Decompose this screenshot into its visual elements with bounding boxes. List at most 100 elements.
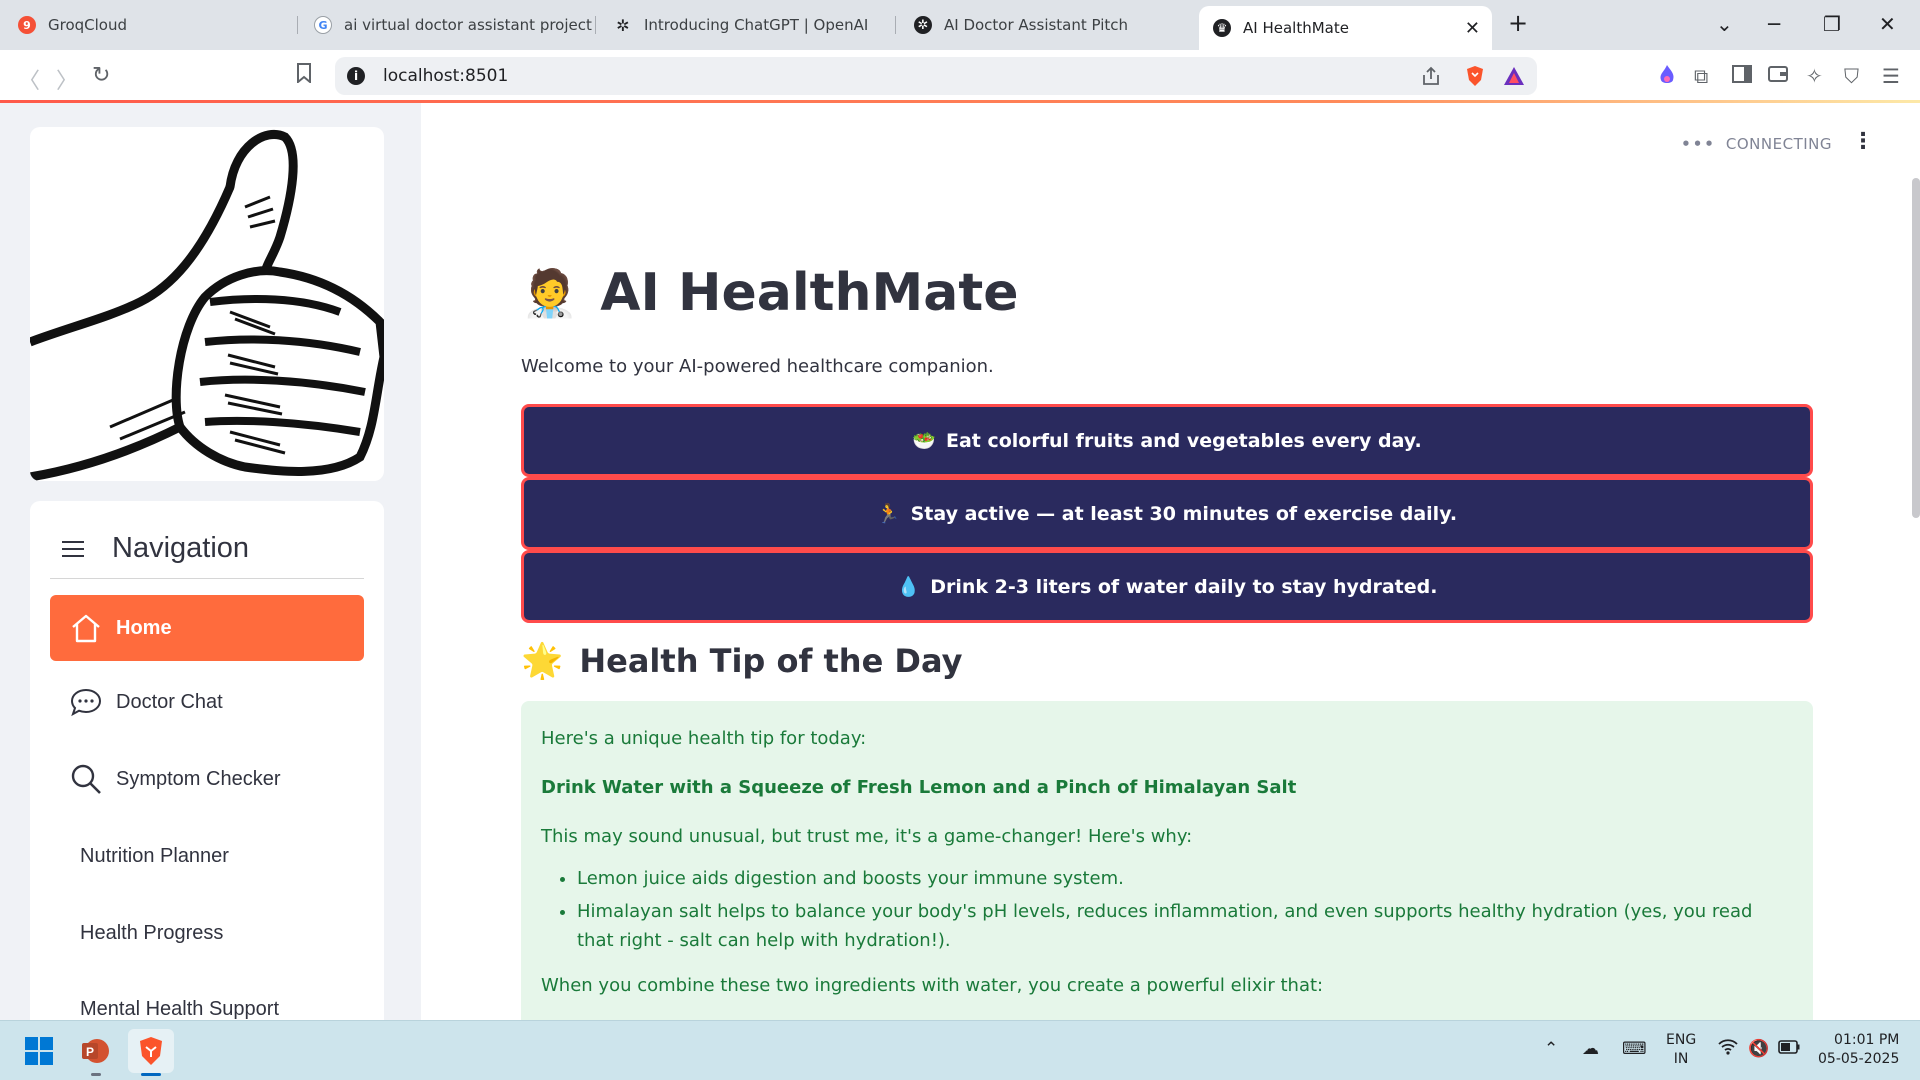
- sidebar-item-label: Mental Health Support: [80, 997, 280, 1020]
- language-code: ENG: [1666, 1032, 1697, 1048]
- connection-status: ••• CONNECTING: [1681, 135, 1832, 153]
- page-title-text: AI HealthMate: [600, 263, 1019, 323]
- sidebar-item-home[interactable]: Home: [50, 595, 364, 661]
- groq-icon: 9: [18, 16, 36, 34]
- back-icon[interactable]: 〈: [18, 63, 40, 95]
- sidebar-item-symptom-checker[interactable]: Symptom Checker: [50, 746, 364, 812]
- restore-button[interactable]: ❐: [1823, 12, 1841, 36]
- system-clock[interactable]: 01:01 PM 05-05-2025: [1818, 1031, 1899, 1069]
- site-info-icon[interactable]: i: [347, 67, 365, 85]
- minimize-button[interactable]: ─: [1768, 12, 1780, 36]
- menu-icon[interactable]: ☰: [1882, 64, 1900, 88]
- show-hidden-icons-chevron[interactable]: ⌃: [1544, 1039, 1558, 1059]
- navigation-header: Navigation: [50, 519, 364, 579]
- sidebar-item-label: Health Progress: [80, 921, 224, 944]
- tip-of-day-box: Here's a unique health tip for today: Dr…: [521, 701, 1813, 1020]
- tab-search-chevron-icon[interactable]: ⌄: [1716, 12, 1733, 36]
- tip-button-label: Eat colorful fruits and vegetables every…: [945, 429, 1422, 452]
- vertical-scrollbar[interactable]: [1912, 178, 1920, 518]
- new-tab-button[interactable]: +: [1508, 9, 1528, 37]
- brave-shields-icon[interactable]: [1465, 65, 1485, 91]
- speaker-muted-icon[interactable]: 🔇: [1748, 1039, 1769, 1059]
- tip-bullet-list: Lemon juice aids digestion and boosts yo…: [577, 865, 1793, 955]
- streamlit-app: Navigation Home Doctor Chat Symptom Chec…: [0, 103, 1920, 1061]
- share-icon[interactable]: [1421, 66, 1441, 90]
- tab-ai-doctor-pitch[interactable]: ✲ AI Doctor Assistant Pitch: [914, 6, 1196, 44]
- keyboard-icon[interactable]: ⌨: [1622, 1039, 1647, 1059]
- star-emoji-icon: 🌟: [521, 641, 564, 681]
- battery-icon[interactable]: [1778, 1039, 1800, 1059]
- tip-lead: This may sound unusual, but trust me, it…: [541, 825, 1193, 847]
- chat-bubble-icon: [68, 684, 104, 720]
- tip-button-exercise[interactable]: 🏃 Stay active — at least 30 minutes of e…: [521, 477, 1813, 550]
- water-drop-icon: 💧: [896, 576, 921, 598]
- search-icon: [68, 761, 104, 797]
- wallet-icon[interactable]: [1768, 64, 1788, 88]
- region-code: IN: [1673, 1051, 1689, 1067]
- main-content: ••• CONNECTING ⋮ 🧑‍⚕️ AI HealthMate Welc…: [421, 103, 1920, 1020]
- tab-google-search[interactable]: G ai virtual doctor assistant project pp: [314, 6, 596, 44]
- close-window-button[interactable]: ✕: [1879, 12, 1896, 36]
- tip-of-day-heading-text: Health Tip of the Day: [579, 642, 963, 680]
- google-icon: G: [314, 16, 332, 34]
- windows-taskbar: P ⌃ ☁ ⌨ ENG IN 🔇 01:01 PM 05-05-2025: [0, 1020, 1920, 1080]
- forward-icon[interactable]: 〉: [56, 63, 78, 95]
- list-item: Lemon juice aids digestion and boosts yo…: [577, 865, 1793, 894]
- wifi-icon[interactable]: [1718, 1039, 1738, 1060]
- powerpoint-icon[interactable]: P: [78, 1034, 112, 1068]
- sidebar-item-nutrition-planner[interactable]: Nutrition Planner: [50, 823, 364, 889]
- close-tab-icon[interactable]: ✕: [1465, 18, 1480, 39]
- thumbs-up-icon: [30, 130, 384, 481]
- vpn-shield-icon[interactable]: ⛉: [1844, 64, 1859, 88]
- navigation-menu: Navigation Home Doctor Chat Symptom Chec…: [30, 501, 384, 1061]
- welcome-text: Welcome to your AI-powered healthcare co…: [521, 356, 994, 377]
- tab-title: Introducing ChatGPT | OpenAI: [644, 16, 869, 34]
- sparkle-ai-icon[interactable]: ✧: [1806, 64, 1823, 88]
- browser-toolbar: 〈 〉 ↻ i localhost:8501 ⧉ ✧ ⛉ ☰: [0, 50, 1920, 102]
- active-app-indicator: [141, 1073, 161, 1076]
- running-indicator: [91, 1073, 101, 1076]
- windows-start-icon[interactable]: [22, 1034, 56, 1068]
- thumbs-up-logo: [30, 127, 384, 481]
- tip-of-day-heading: 🌟 Health Tip of the Day: [521, 641, 962, 681]
- sidebar-toggle-icon[interactable]: [1732, 64, 1752, 88]
- tip-button-water[interactable]: 💧 Drink 2-3 liters of water daily to sta…: [521, 550, 1813, 623]
- tab-title: AI HealthMate: [1243, 19, 1349, 37]
- tab-chatgpt[interactable]: ✲ Introducing ChatGPT | OpenAI: [614, 6, 896, 44]
- home-icon: [68, 610, 104, 646]
- more-options-icon[interactable]: ⋮: [1852, 129, 1874, 154]
- reload-icon[interactable]: ↻: [92, 63, 110, 88]
- sidebar-item-health-progress[interactable]: Health Progress: [50, 900, 364, 966]
- leo-ai-icon[interactable]: [1658, 64, 1676, 91]
- browser-tab-bar: 9 GroqCloud G ai virtual doctor assistan…: [0, 0, 1920, 50]
- tab-groqcloud[interactable]: 9 GroqCloud: [18, 6, 298, 44]
- tab-title: ai virtual doctor assistant project pp: [344, 16, 596, 34]
- bookmark-icon[interactable]: [296, 63, 312, 89]
- openai-icon: ✲: [914, 16, 932, 34]
- page-title: 🧑‍⚕️ AI HealthMate: [521, 263, 1019, 323]
- tip-intro: Here's a unique health tip for today:: [541, 728, 867, 749]
- svg-text:P: P: [86, 1045, 94, 1059]
- brave-rewards-icon[interactable]: [1503, 66, 1525, 90]
- sidebar-item-label: Home: [116, 616, 172, 639]
- status-dots: •••: [1681, 135, 1716, 153]
- tip-button-label: Drink 2-3 liters of water daily to stay …: [930, 575, 1438, 598]
- hamburger-icon: [62, 536, 84, 562]
- sidebar-item-doctor-chat[interactable]: Doctor Chat: [50, 669, 364, 735]
- doctor-emoji-icon: 🧑‍⚕️: [521, 265, 579, 320]
- streamlit-icon: ♛: [1213, 19, 1231, 37]
- status-text: CONNECTING: [1725, 135, 1832, 153]
- language-indicator[interactable]: ENG IN: [1666, 1031, 1696, 1069]
- extensions-icon[interactable]: ⧉: [1694, 64, 1708, 88]
- sidebar-item-label: Doctor Chat: [116, 690, 223, 713]
- address-bar[interactable]: i localhost:8501: [335, 57, 1537, 95]
- clock-time: 01:01 PM: [1834, 1032, 1900, 1048]
- onedrive-cloud-icon[interactable]: ☁: [1582, 1039, 1599, 1059]
- tip-closing: When you combine these two ingredients w…: [541, 974, 1324, 996]
- openai-icon: ✲: [616, 15, 630, 35]
- brave-browser-icon[interactable]: [128, 1029, 174, 1073]
- tab-ai-healthmate[interactable]: ♛ AI HealthMate ✕: [1199, 6, 1492, 50]
- tip-button-fruits[interactable]: 🥗 Eat colorful fruits and vegetables eve…: [521, 404, 1813, 477]
- sidebar: Navigation Home Doctor Chat Symptom Chec…: [0, 103, 421, 1061]
- sidebar-item-label: Nutrition Planner: [80, 844, 229, 867]
